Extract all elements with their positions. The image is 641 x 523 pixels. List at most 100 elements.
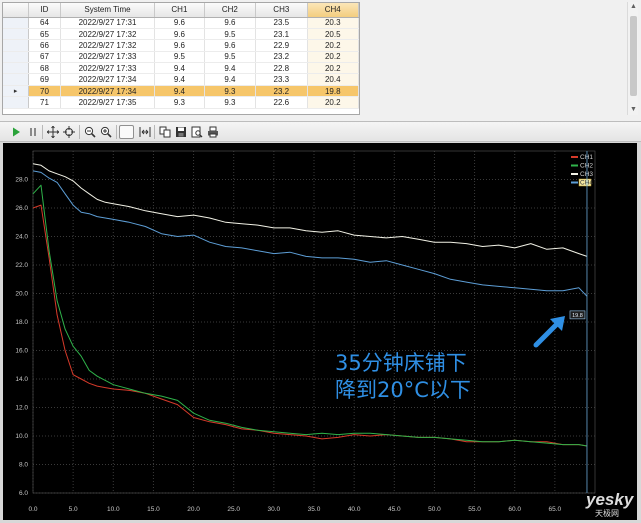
crosshair-icon[interactable] bbox=[45, 125, 60, 139]
chart-legend[interactable]: CH1CH2CH3CH4 bbox=[571, 154, 593, 187]
cell-ch3: 23.2 bbox=[255, 51, 308, 64]
cell-id: 69 bbox=[28, 73, 61, 86]
zoom-in-icon[interactable] bbox=[98, 125, 113, 139]
zoom-out-icon[interactable] bbox=[82, 125, 97, 139]
scrollbar-thumb[interactable] bbox=[630, 16, 637, 96]
cell-ch3: 23.5 bbox=[255, 17, 308, 29]
cell-id: 67 bbox=[28, 51, 61, 64]
chart-axes: 0.0 5.0 10.0 15.0 20.0 25.0 30.0 35.0 40.0 45.0 50… bbox=[15, 177, 561, 514]
pause-icon[interactable] bbox=[25, 125, 40, 139]
copy-icon[interactable] bbox=[157, 125, 172, 139]
table-row[interactable]: 64 2022/9/27 17:31 9.6 9.6 23.5 20.3 bbox=[3, 17, 359, 29]
cell-system-time: 2022/9/27 17:35 bbox=[60, 96, 156, 109]
watermark-brand: yesky bbox=[585, 490, 635, 509]
table-row[interactable]: 71 2022/9/27 17:35 9.3 9.3 22.6 20.2 bbox=[3, 96, 359, 109]
y-tick-label: 24.0 bbox=[15, 234, 28, 241]
watermark-sub: 天极网 bbox=[595, 508, 619, 518]
table-header-row: ID System Time CH1 CH2 CH3 CH4 bbox=[3, 3, 359, 18]
cell-ch1: 9.3 bbox=[154, 96, 205, 109]
series-line-ch3 bbox=[32, 163, 588, 257]
row-header[interactable]: ▸ bbox=[3, 85, 30, 98]
column-header-ch4[interactable]: CH4 bbox=[307, 3, 359, 18]
target-icon[interactable] bbox=[61, 125, 76, 139]
cell-system-time: 2022/9/27 17:33 bbox=[60, 62, 156, 75]
y-tick-label: 12.0 bbox=[15, 405, 28, 412]
cell-system-time: 2022/9/27 17:34 bbox=[60, 73, 156, 86]
column-header-ch2[interactable]: CH2 bbox=[204, 3, 257, 18]
y-tick-label: 10.0 bbox=[15, 433, 28, 440]
watermark: yesky 天极网 bbox=[585, 490, 635, 518]
table-vertical-scrollbar[interactable]: ▲ ▼ bbox=[627, 2, 638, 115]
y-tick-label: 20.0 bbox=[15, 291, 28, 298]
scroll-up-icon[interactable]: ▲ bbox=[629, 2, 638, 12]
cell-ch1: 9.6 bbox=[154, 17, 205, 29]
chart-canvas[interactable]: 0.0 5.0 10.0 15.0 20.0 25.0 30.0 35.0 40.0 45.0 50… bbox=[3, 143, 637, 520]
series-line-ch4 bbox=[32, 170, 588, 297]
column-header-id[interactable]: ID bbox=[28, 3, 61, 18]
chart-annotation: 35分钟床铺下 降到20°C以下 bbox=[335, 316, 565, 402]
cell-ch4: 20.5 bbox=[307, 28, 359, 41]
x-tick-label: 50.0 bbox=[428, 506, 441, 513]
cell-ch4: 19.8 bbox=[307, 85, 359, 98]
data-table-panel: ID System Time CH1 CH2 CH3 CH4 64 2022/9/… bbox=[0, 0, 641, 121]
chart-toolbar bbox=[0, 121, 641, 142]
chart-cursor[interactable]: 19.8 bbox=[569, 151, 588, 493]
x-tick-label: 0.0 bbox=[28, 506, 37, 513]
table-row[interactable]: 66 2022/9/27 17:32 9.6 9.6 22.9 20.2 bbox=[3, 39, 359, 52]
table-row[interactable]: ▸ 70 2022/9/27 17:34 9.4 9.3 23.2 19.8 bbox=[3, 85, 359, 98]
y-tick-label: 6.0 bbox=[19, 490, 28, 497]
y-tick-label: 28.0 bbox=[15, 177, 28, 184]
table-row[interactable]: 68 2022/9/27 17:33 9.4 9.4 22.8 20.2 bbox=[3, 62, 359, 75]
cell-id: 71 bbox=[28, 96, 61, 109]
x-tick-label: 40.0 bbox=[348, 506, 361, 513]
chart-grid bbox=[32, 150, 596, 494]
cell-id: 68 bbox=[28, 62, 61, 75]
column-header-ch1[interactable]: CH1 bbox=[154, 3, 205, 18]
table-row[interactable]: 65 2022/9/27 17:32 9.6 9.5 23.1 20.5 bbox=[3, 28, 359, 41]
table-row[interactable]: 69 2022/9/27 17:34 9.4 9.4 23.3 20.4 bbox=[3, 73, 359, 86]
cell-ch4: 20.2 bbox=[307, 39, 359, 52]
row-header[interactable] bbox=[3, 62, 30, 75]
data-grid: ID System Time CH1 CH2 CH3 CH4 64 2022/9/… bbox=[3, 3, 359, 109]
row-header[interactable] bbox=[3, 39, 30, 52]
play-icon[interactable] bbox=[8, 125, 23, 139]
cell-ch1: 9.4 bbox=[154, 73, 205, 86]
print-icon[interactable] bbox=[205, 125, 220, 139]
cell-ch2: 9.6 bbox=[204, 17, 257, 29]
box-icon[interactable] bbox=[119, 125, 134, 139]
cell-ch2: 9.3 bbox=[204, 96, 257, 109]
series-line-ch1 bbox=[32, 204, 588, 447]
y-tick-label: 26.0 bbox=[15, 205, 28, 212]
print-preview-icon[interactable] bbox=[189, 125, 204, 139]
column-header-ch3[interactable]: CH3 bbox=[255, 3, 308, 18]
cell-ch2: 9.5 bbox=[204, 51, 257, 64]
cell-ch4: 20.3 bbox=[307, 17, 359, 29]
line-chart[interactable]: 0.0 5.0 10.0 15.0 20.0 25.0 30.0 35.0 40.0 45.0 50… bbox=[3, 143, 637, 520]
y-tick-label: 22.0 bbox=[15, 262, 28, 269]
cell-id: 66 bbox=[28, 39, 61, 52]
x-tick-label: 65.0 bbox=[549, 506, 562, 513]
cell-ch1: 9.6 bbox=[154, 39, 205, 52]
cell-system-time: 2022/9/27 17:32 bbox=[60, 39, 156, 52]
chart-series bbox=[32, 163, 588, 447]
table-row[interactable]: 67 2022/9/27 17:33 9.5 9.5 23.2 20.2 bbox=[3, 51, 359, 64]
cell-ch3: 22.8 bbox=[255, 62, 308, 75]
cell-ch2: 9.4 bbox=[204, 62, 257, 75]
x-tick-label: 10.0 bbox=[107, 506, 120, 513]
scroll-down-icon[interactable]: ▼ bbox=[629, 105, 638, 115]
save-icon[interactable] bbox=[173, 125, 188, 139]
row-header[interactable] bbox=[3, 51, 30, 64]
cell-ch3: 23.2 bbox=[255, 85, 308, 98]
row-header[interactable] bbox=[3, 28, 30, 41]
row-header[interactable] bbox=[3, 17, 30, 29]
row-header[interactable] bbox=[3, 96, 30, 109]
cell-ch1: 9.6 bbox=[154, 28, 205, 41]
annotation-line-2: 降到20°C以下 bbox=[335, 378, 471, 402]
cell-system-time: 2022/9/27 17:31 bbox=[60, 17, 156, 29]
cell-ch3: 23.3 bbox=[255, 73, 308, 86]
x-tick-label: 45.0 bbox=[388, 506, 401, 513]
fit-width-icon[interactable] bbox=[137, 125, 152, 139]
annotation-line-1: 35分钟床铺下 bbox=[335, 351, 467, 375]
row-header[interactable] bbox=[3, 73, 30, 86]
column-header-system-time[interactable]: System Time bbox=[60, 3, 156, 18]
